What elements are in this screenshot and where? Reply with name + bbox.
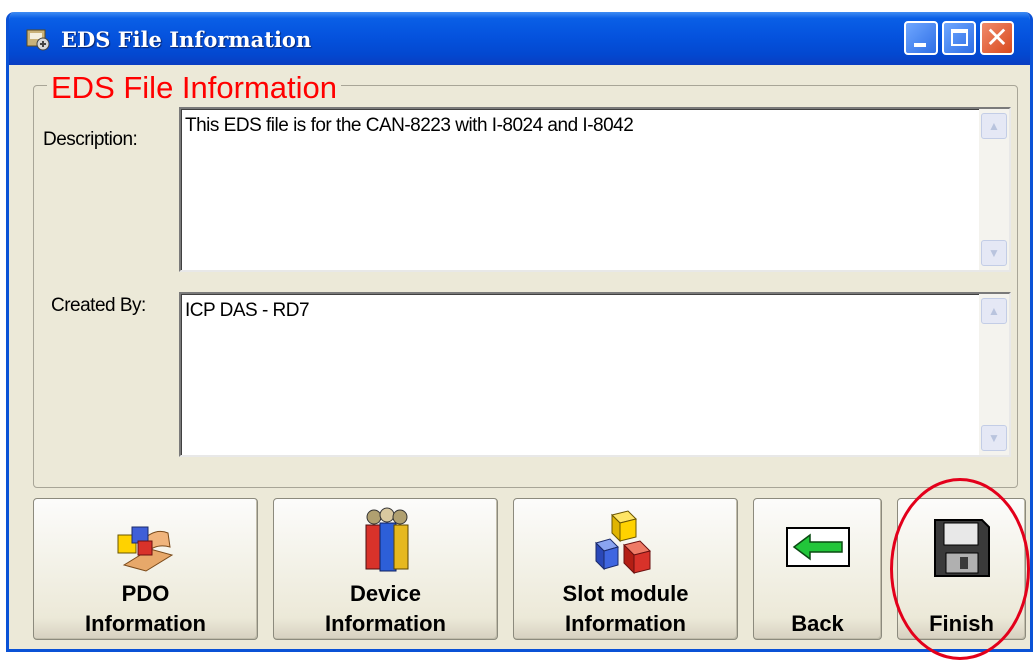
close-button[interactable]: ✕ <box>980 21 1014 55</box>
back-button[interactable]: Back <box>753 498 882 640</box>
device-information-button[interactable]: Device Information <box>273 498 498 640</box>
created-by-text: ICP DAS - RD7 <box>185 300 310 321</box>
window-title: EDS File Information <box>61 27 312 52</box>
pdo-information-button[interactable]: PDO Information <box>33 498 258 640</box>
app-icon <box>26 29 50 51</box>
created-by-scrollbar[interactable]: ▲ ▼ <box>979 294 1009 455</box>
close-icon: ✕ <box>985 21 1009 54</box>
pdo-label-line2: Information <box>85 611 206 636</box>
scroll-down-icon[interactable]: ▼ <box>981 425 1007 451</box>
slot-label-line1: Slot module <box>562 581 689 606</box>
minimize-button[interactable] <box>904 21 938 55</box>
description-scrollbar[interactable]: ▲ ▼ <box>979 109 1009 270</box>
pdo-icon <box>117 526 174 572</box>
slot-label-line2: Information <box>565 611 686 636</box>
title-bar[interactable]: EDS File Information ✕ <box>9 12 1030 65</box>
created-by-label: Created By: <box>51 295 146 316</box>
description-label: Description: <box>43 129 138 150</box>
slot-module-information-button[interactable]: Slot module Information <box>513 498 738 640</box>
description-textarea[interactable]: This EDS file is for the CAN-8223 with I… <box>179 107 1011 272</box>
blocks-icon <box>595 510 651 575</box>
groupbox-title: EDS File Information <box>47 70 341 106</box>
arrow-left-icon <box>786 527 850 567</box>
device-label-line2: Information <box>325 611 446 636</box>
device-label-line1: Device <box>350 581 421 606</box>
created-by-textarea[interactable]: ICP DAS - RD7 ▲ ▼ <box>179 292 1011 457</box>
finish-highlight-circle <box>890 478 1030 660</box>
minimize-icon <box>914 43 926 47</box>
maximize-button[interactable] <box>942 21 976 55</box>
maximize-icon <box>951 29 968 46</box>
pdo-label-line1: PDO <box>121 581 170 606</box>
back-label: Back <box>791 611 844 636</box>
people-icon <box>365 507 409 572</box>
eds-file-information-window: EDS File Information ✕ EDS File Informat… <box>6 12 1033 652</box>
description-text: This EDS file is for the CAN-8223 with I… <box>185 115 634 136</box>
scroll-up-icon[interactable]: ▲ <box>981 113 1007 139</box>
scroll-down-icon[interactable]: ▼ <box>981 240 1007 266</box>
scroll-up-icon[interactable]: ▲ <box>981 298 1007 324</box>
